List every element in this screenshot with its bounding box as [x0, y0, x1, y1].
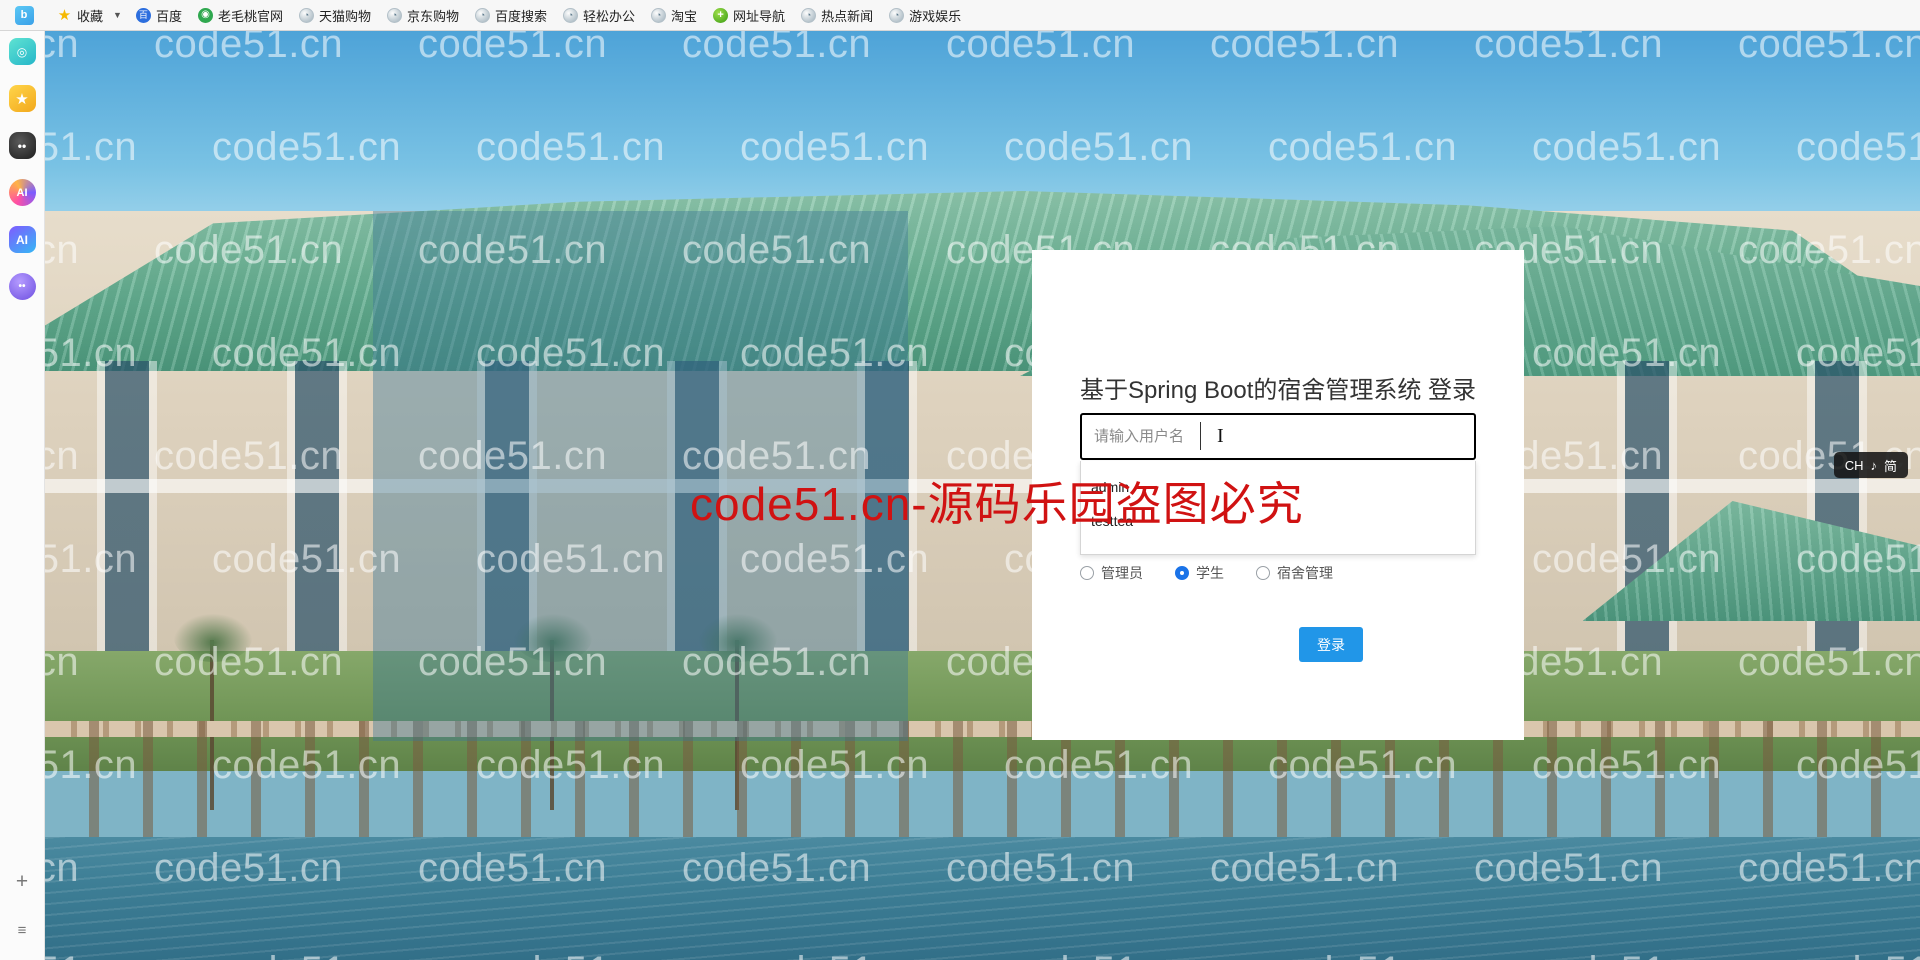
ime-mode-icon: ♪ — [1870, 457, 1877, 473]
username-autocomplete-dropdown[interactable]: admin testtea — [1080, 461, 1476, 555]
bookmark-item[interactable]: ◔ 淘宝 — [644, 4, 704, 27]
bookmark-label: 热点新闻 — [821, 8, 874, 24]
dock-posts — [45, 721, 1920, 839]
water — [45, 837, 1920, 960]
baidu-icon: 百 — [135, 7, 151, 23]
bookmark-item[interactable]: ◉ 老毛桃官网 — [191, 4, 290, 27]
bookmark-label: 天猫购物 — [318, 8, 371, 24]
globe-icon: ◔ — [298, 7, 314, 23]
globe-icon: ◔ — [889, 7, 905, 23]
bookmark-item[interactable]: ◔ 天猫购物 — [292, 4, 378, 27]
login-card: 基于Spring Boot的宿舍管理系统 登录 I admin testtea … — [1032, 250, 1524, 740]
globe-icon: ◔ — [386, 7, 402, 23]
navigation-icon: + — [713, 7, 729, 23]
radio-circle-icon[interactable] — [1080, 566, 1094, 580]
bookmark-item[interactable]: 百百度 — [129, 4, 189, 27]
bookmark-item[interactable]: ◔ 百度搜索 — [468, 4, 554, 27]
favorites-icon[interactable]: ★ — [8, 85, 36, 112]
bookmark-item[interactable]: ◔ 轻松办公 — [556, 4, 642, 27]
bookmark-label: 轻松办公 — [583, 8, 636, 24]
laomaotao-icon: ◉ — [197, 7, 213, 23]
app-icon-teal[interactable]: ◎ — [8, 38, 36, 65]
globe-icon: ◔ — [651, 7, 667, 23]
radio-circle-icon[interactable] — [1256, 566, 1270, 580]
autocomplete-item[interactable]: admin — [1081, 470, 1475, 504]
globe-icon: ◔ — [475, 7, 490, 23]
bookmark-label: 收藏 — [77, 8, 104, 24]
browser-side-rail: ◎ ★ •• AI AI •• + ≡ — [0, 31, 45, 960]
bookmark-item[interactable]: ◔ 热点新闻 — [794, 4, 880, 27]
username-input[interactable] — [1080, 413, 1476, 460]
radio-option-student[interactable]: 学生 — [1175, 563, 1224, 583]
radio-label: 宿舍管理 — [1277, 565, 1333, 581]
page-background — [45, 31, 1920, 960]
bookmark-label: 京东购物 — [406, 8, 459, 24]
purple-face-icon[interactable]: •• — [8, 273, 36, 300]
globe-icon: ◔ — [563, 7, 579, 23]
ime-language-label: CH — [1844, 457, 1864, 473]
ime-shape-label: 简 — [1883, 458, 1897, 474]
star-icon: ★ — [57, 6, 72, 24]
login-button[interactable]: 登录 — [1299, 627, 1363, 662]
i-beam-cursor: I — [1217, 425, 1224, 447]
bookmark-item[interactable]: + 网址导航 — [706, 4, 792, 27]
autocomplete-item[interactable]: testtea — [1081, 504, 1475, 538]
veranda-railing — [45, 479, 1920, 493]
globe-icon: ◔ — [801, 7, 817, 23]
bookmark-label: 百度搜索 — [495, 8, 548, 24]
add-app-button[interactable]: + — [9, 868, 36, 895]
bookmark-label: 百度 — [155, 8, 182, 24]
bookmark-item[interactable]: ★ 收藏 — [50, 4, 110, 27]
radio-option-admin[interactable]: 管理员 — [1080, 563, 1143, 583]
text-caret — [1200, 422, 1201, 450]
bookmark-label: 淘宝 — [671, 8, 698, 24]
rail-menu-icon[interactable]: ≡ — [9, 917, 36, 944]
ai-sparkle-icon[interactable]: AI — [8, 179, 36, 206]
role-radio-group: 管理员 学生 宿舍管理 — [1080, 561, 1480, 585]
radio-option-dorm-manager[interactable]: 宿舍管理 — [1256, 563, 1333, 583]
bookmark-item[interactable]: ◔ 游戏娱乐 — [882, 4, 968, 27]
browser-logo[interactable]: b — [12, 4, 36, 26]
radio-label: 学生 — [1196, 565, 1224, 581]
bookmarks-bar: b ★ 收藏 ▼ 百百度 ◉ 老毛桃官网 ◔ 天猫购物 ◔ 京东购物 ◔ 百度搜索 ◔ 轻松办公 ◔ 淘宝 + 网… — [0, 0, 1920, 31]
chevron-down-icon[interactable]: ▼ — [113, 10, 122, 20]
bookmark-item[interactable]: ◔ 京东购物 — [380, 4, 466, 27]
photo-tint-overlay — [373, 211, 908, 741]
bookmark-label: 游戏娱乐 — [909, 8, 962, 24]
ai-assistant-icon[interactable]: AI — [8, 226, 36, 253]
page-title: 基于Spring Boot的宿舍管理系统 登录 — [1079, 377, 1477, 404]
radio-label: 管理员 — [1101, 565, 1143, 581]
bookmark-label: 老毛桃官网 — [217, 8, 283, 24]
browser-logo-icon: b — [14, 5, 34, 25]
radio-circle-selected-icon[interactable] — [1175, 566, 1189, 580]
chat-face-icon[interactable]: •• — [8, 132, 36, 159]
ime-indicator[interactable]: CH ♪ 简 — [1833, 452, 1908, 478]
bookmark-label: 网址导航 — [733, 8, 786, 24]
